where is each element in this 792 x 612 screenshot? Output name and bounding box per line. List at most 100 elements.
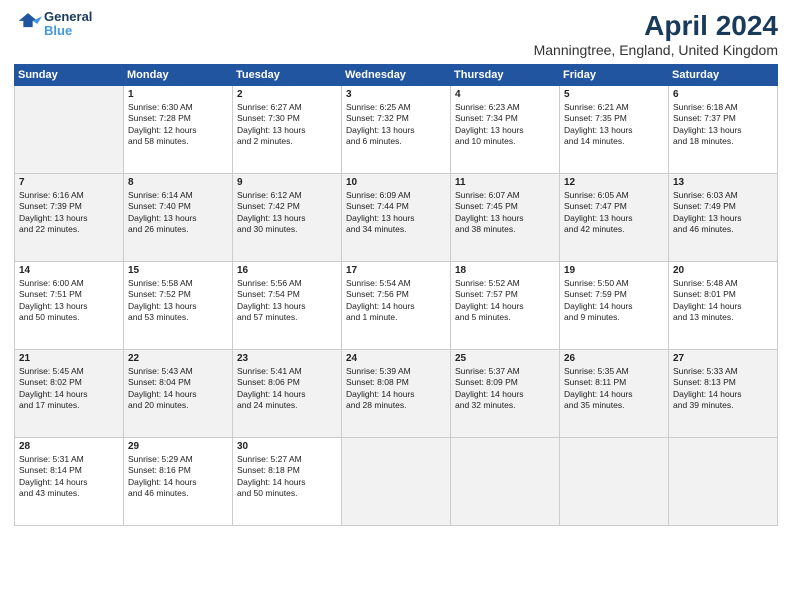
day-content: Sunrise: 6:25 AM Sunset: 7:32 PM Dayligh… — [346, 102, 446, 148]
header-cell-monday: Monday — [124, 65, 233, 86]
day-cell — [560, 438, 669, 526]
day-cell: 29 Sunrise: 5:29 AM Sunset: 8:16 PM Dayli… — [124, 438, 233, 526]
day-content: Sunrise: 5:54 AM Sunset: 7:56 PM Dayligh… — [346, 278, 446, 324]
header-cell-tuesday: Tuesday — [233, 65, 342, 86]
day-cell: 14Sunrise: 6:00 AM Sunset: 7:51 PM Dayli… — [15, 262, 124, 350]
week-row-1: 1 Sunrise: 6:30 AM Sunset: 7:28 PM Daylig… — [15, 86, 778, 174]
day-cell: 11Sunrise: 6:07 AM Sunset: 7:45 PM Dayli… — [451, 174, 560, 262]
logo-icon — [14, 10, 42, 38]
day-content: Sunrise: 6:09 AM Sunset: 7:44 PM Dayligh… — [346, 190, 446, 236]
header-row: SundayMondayTuesdayWednesdayThursdayFrid… — [15, 65, 778, 86]
day-number: 7 — [19, 177, 119, 188]
day-content: Sunrise: 5:31 AM Sunset: 8:14 PM Dayligh… — [19, 454, 119, 500]
day-content: Sunrise: 5:29 AM Sunset: 8:16 PM Dayligh… — [128, 454, 228, 500]
day-number: 5 — [564, 89, 664, 100]
location-title: Manningtree, England, United Kingdom — [534, 42, 778, 58]
day-content: Sunrise: 5:33 AM Sunset: 8:13 PM Dayligh… — [673, 366, 773, 412]
header-cell-friday: Friday — [560, 65, 669, 86]
day-number: 21 — [19, 353, 119, 364]
day-content: Sunrise: 5:35 AM Sunset: 8:11 PM Dayligh… — [564, 366, 664, 412]
day-content: Sunrise: 5:43 AM Sunset: 8:04 PM Dayligh… — [128, 366, 228, 412]
day-number: 14 — [19, 265, 119, 276]
day-number: 22 — [128, 353, 228, 364]
day-cell: 12 Sunrise: 6:05 AM Sunset: 7:47 PM Dayli… — [560, 174, 669, 262]
day-content: Sunrise: 6:05 AM Sunset: 7:47 PM Dayligh… — [564, 190, 664, 236]
day-number: 29 — [128, 441, 228, 452]
day-number: 1 — [128, 89, 228, 100]
day-cell — [342, 438, 451, 526]
title-area: April 2024 Manningtree, England, United … — [534, 10, 778, 58]
day-content: Sunrise: 5:39 AM Sunset: 8:08 PM Dayligh… — [346, 366, 446, 412]
day-cell: 22 Sunrise: 5:43 AM Sunset: 8:04 PM Dayli… — [124, 350, 233, 438]
page: General Blue April 2024 Manningtree, Eng… — [0, 0, 792, 612]
day-content: Sunrise: 6:12 AM Sunset: 7:42 PM Dayligh… — [237, 190, 337, 236]
day-content: Sunrise: 5:50 AM Sunset: 7:59 PM Dayligh… — [564, 278, 664, 324]
header-cell-wednesday: Wednesday — [342, 65, 451, 86]
day-number: 28 — [19, 441, 119, 452]
day-cell: 25Sunrise: 5:37 AM Sunset: 8:09 PM Dayli… — [451, 350, 560, 438]
day-number: 6 — [673, 89, 773, 100]
day-cell: 26 Sunrise: 5:35 AM Sunset: 8:11 PM Dayli… — [560, 350, 669, 438]
day-content: Sunrise: 6:18 AM Sunset: 7:37 PM Dayligh… — [673, 102, 773, 148]
day-number: 10 — [346, 177, 446, 188]
day-cell: 17 Sunrise: 5:54 AM Sunset: 7:56 PM Dayli… — [342, 262, 451, 350]
day-number: 30 — [237, 441, 337, 452]
day-cell: 6 Sunrise: 6:18 AM Sunset: 7:37 PM Daylig… — [669, 86, 778, 174]
week-row-4: 21Sunrise: 5:45 AM Sunset: 8:02 PM Dayli… — [15, 350, 778, 438]
day-content: Sunrise: 6:07 AM Sunset: 7:45 PM Dayligh… — [455, 190, 555, 236]
week-row-3: 14Sunrise: 6:00 AM Sunset: 7:51 PM Dayli… — [15, 262, 778, 350]
day-number: 13 — [673, 177, 773, 188]
day-cell: 2 Sunrise: 6:27 AM Sunset: 7:30 PM Daylig… — [233, 86, 342, 174]
day-content: Sunrise: 5:52 AM Sunset: 7:57 PM Dayligh… — [455, 278, 555, 324]
day-number: 4 — [455, 89, 555, 100]
day-content: Sunrise: 5:56 AM Sunset: 7:54 PM Dayligh… — [237, 278, 337, 324]
day-cell: 15 Sunrise: 5:58 AM Sunset: 7:52 PM Dayli… — [124, 262, 233, 350]
day-number: 20 — [673, 265, 773, 276]
day-cell: 7 Sunrise: 6:16 AM Sunset: 7:39 PM Daylig… — [15, 174, 124, 262]
day-content: Sunrise: 6:30 AM Sunset: 7:28 PM Dayligh… — [128, 102, 228, 148]
day-content: Sunrise: 5:27 AM Sunset: 8:18 PM Dayligh… — [237, 454, 337, 500]
day-number: 8 — [128, 177, 228, 188]
day-number: 23 — [237, 353, 337, 364]
day-cell: 16 Sunrise: 5:56 AM Sunset: 7:54 PM Dayli… — [233, 262, 342, 350]
day-number: 26 — [564, 353, 664, 364]
logo-text: General Blue — [44, 10, 92, 39]
day-content: Sunrise: 6:23 AM Sunset: 7:34 PM Dayligh… — [455, 102, 555, 148]
day-number: 17 — [346, 265, 446, 276]
day-number: 19 — [564, 265, 664, 276]
day-content: Sunrise: 6:03 AM Sunset: 7:49 PM Dayligh… — [673, 190, 773, 236]
day-cell: 4 Sunrise: 6:23 AM Sunset: 7:34 PM Daylig… — [451, 86, 560, 174]
day-cell: 8Sunrise: 6:14 AM Sunset: 7:40 PM Daylig… — [124, 174, 233, 262]
day-cell: 30 Sunrise: 5:27 AM Sunset: 8:18 PM Dayli… — [233, 438, 342, 526]
header-cell-saturday: Saturday — [669, 65, 778, 86]
week-row-5: 28 Sunrise: 5:31 AM Sunset: 8:14 PM Dayli… — [15, 438, 778, 526]
day-cell: 19 Sunrise: 5:50 AM Sunset: 7:59 PM Dayli… — [560, 262, 669, 350]
day-number: 15 — [128, 265, 228, 276]
day-cell: 5Sunrise: 6:21 AM Sunset: 7:35 PM Daylig… — [560, 86, 669, 174]
header: General Blue April 2024 Manningtree, Eng… — [14, 10, 778, 58]
day-cell: 9 Sunrise: 6:12 AM Sunset: 7:42 PM Daylig… — [233, 174, 342, 262]
day-cell: 27 Sunrise: 5:33 AM Sunset: 8:13 PM Dayli… — [669, 350, 778, 438]
day-number: 2 — [237, 89, 337, 100]
day-number: 27 — [673, 353, 773, 364]
day-content: Sunrise: 5:58 AM Sunset: 7:52 PM Dayligh… — [128, 278, 228, 324]
header-cell-thursday: Thursday — [451, 65, 560, 86]
day-content: Sunrise: 6:16 AM Sunset: 7:39 PM Dayligh… — [19, 190, 119, 236]
day-number: 12 — [564, 177, 664, 188]
header-cell-sunday: Sunday — [15, 65, 124, 86]
day-number: 16 — [237, 265, 337, 276]
day-cell: 24 Sunrise: 5:39 AM Sunset: 8:08 PM Dayli… — [342, 350, 451, 438]
day-number: 24 — [346, 353, 446, 364]
day-content: Sunrise: 6:27 AM Sunset: 7:30 PM Dayligh… — [237, 102, 337, 148]
day-cell: 28 Sunrise: 5:31 AM Sunset: 8:14 PM Dayli… — [15, 438, 124, 526]
day-cell — [451, 438, 560, 526]
day-content: Sunrise: 5:41 AM Sunset: 8:06 PM Dayligh… — [237, 366, 337, 412]
day-number: 25 — [455, 353, 555, 364]
day-number: 3 — [346, 89, 446, 100]
day-number: 9 — [237, 177, 337, 188]
day-cell: 10 Sunrise: 6:09 AM Sunset: 7:44 PM Dayli… — [342, 174, 451, 262]
calendar-table: SundayMondayTuesdayWednesdayThursdayFrid… — [14, 64, 778, 526]
day-cell: 20Sunrise: 5:48 AM Sunset: 8:01 PM Dayli… — [669, 262, 778, 350]
day-cell: 3 Sunrise: 6:25 AM Sunset: 7:32 PM Daylig… — [342, 86, 451, 174]
month-title: April 2024 — [534, 10, 778, 42]
